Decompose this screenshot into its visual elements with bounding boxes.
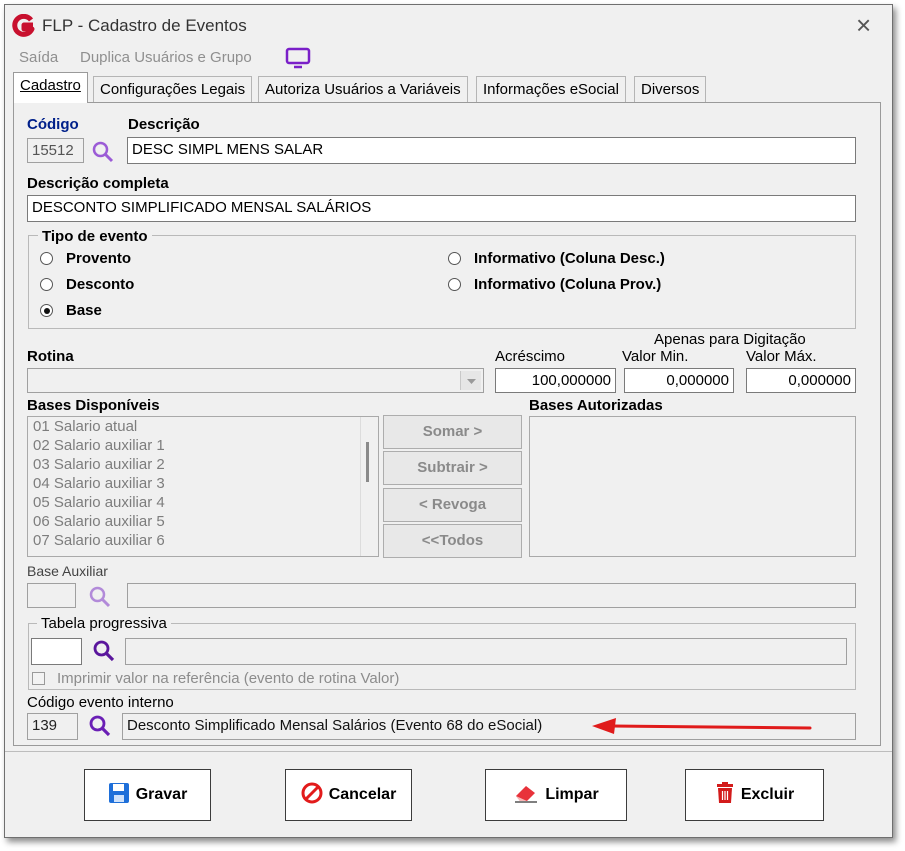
descricao-completa-label: Descrição completa [27,175,169,192]
tipo-evento-label: Tipo de evento [38,228,152,245]
cancelar-label: Cancelar [328,786,397,803]
radio-informativo-desc-label: Informativo (Coluna Desc.) [474,250,665,267]
codigo-interno-search-icon[interactable] [88,714,112,738]
tab-autoriza-usuarios[interactable]: Autoriza Usuários a Variáveis [258,76,468,102]
valor-min-label: Valor Min. [622,348,689,365]
acrescimo-field[interactable]: 100,000000 [495,368,616,393]
gravar-label: Gravar [135,786,188,803]
tabela-progressiva-search-icon[interactable] [92,639,116,663]
imprimir-label: Imprimir valor na referência (evento de … [57,670,400,687]
imprimir-checkbox[interactable] [32,672,45,685]
radio-informativo-prov-label: Informativo (Coluna Prov.) [474,276,662,293]
limpar-button[interactable]: Limpar [485,769,627,821]
cancel-icon [301,782,323,809]
gravar-button[interactable]: Gravar [84,769,211,821]
radio-desconto[interactable] [40,278,53,291]
descricao-field[interactable]: DESC SIMPL MENS SALAR [127,137,856,164]
list-scrollbar[interactable] [360,417,378,556]
codigo-label: Código [27,116,79,133]
descricao-completa-field[interactable]: DESCONTO SIMPLIFICADO MENSAL SALÁRIOS [27,195,856,222]
tabela-progressiva-label: Tabela progressiva [37,615,171,632]
radio-base[interactable] [40,304,53,317]
list-item[interactable]: 04 Salario auxiliar 3 [28,474,378,493]
radio-provento-label: Provento [66,250,132,267]
tipo-evento-group [28,235,856,329]
excluir-button[interactable]: Excluir [685,769,824,821]
radio-informativo-desc[interactable] [448,252,461,265]
todos-button[interactable]: <<Todos [383,524,522,558]
base-auxiliar-code[interactable] [27,583,76,608]
rotina-select[interactable] [27,368,484,393]
cancelar-button[interactable]: Cancelar [285,769,412,821]
codigo-interno-label: Código evento interno [27,694,174,711]
valor-max-label: Valor Máx. [746,348,817,365]
list-item[interactable]: 05 Salario auxiliar 4 [28,493,378,512]
bases-autorizadas-label: Bases Autorizadas [529,397,663,414]
tabela-progressiva-desc[interactable] [125,638,847,665]
tab-diversos[interactable]: Diversos [634,76,707,102]
list-item[interactable]: 02 Salario auxiliar 1 [28,436,378,455]
chevron-down-icon[interactable] [460,371,481,390]
list-item[interactable]: 06 Salario auxiliar 5 [28,512,378,531]
radio-desconto-label: Desconto [66,276,135,293]
bottom-separator [5,751,892,752]
list-item[interactable]: 07 Salario auxiliar 6 [28,531,378,550]
annotation-arrow-icon [588,714,813,744]
acrescimo-label: Acréscimo [495,348,566,365]
apenas-digitacao-label: Apenas para Digitação [654,331,806,348]
limpar-label: Limpar [545,786,599,803]
radio-informativo-prov[interactable] [448,278,461,291]
excluir-label: Excluir [740,786,795,803]
radio-base-label: Base [66,302,102,319]
bases-disponiveis-label: Bases Disponíveis [27,397,160,414]
valor-min-field[interactable]: 0,000000 [624,368,734,393]
window-title: FLP - Cadastro de Eventos [42,16,247,35]
codigo-interno-code[interactable]: 139 [27,713,78,740]
valor-max-field[interactable]: 0,000000 [746,368,856,393]
trash-icon [715,781,735,809]
revoga-button[interactable]: < Revoga [383,488,522,522]
eraser-icon [513,782,539,809]
tab-configuracoes-legais[interactable]: Configurações Legais [93,76,253,102]
radio-provento[interactable] [40,252,53,265]
menu-duplica[interactable]: Duplica Usuários e Grupo [80,49,252,66]
save-icon [108,782,130,809]
descricao-label: Descrição [128,116,200,133]
base-auxiliar-label: Base Auxiliar [27,563,108,579]
base-auxiliar-desc[interactable] [127,583,856,608]
bases-autorizadas-list[interactable] [529,416,856,557]
tab-cadastro[interactable]: Cadastro [13,72,88,103]
app-logo-icon [11,13,35,42]
codigo-field[interactable]: 15512 [27,138,84,163]
close-icon[interactable]: × [856,10,871,40]
tab-informacoes-esocial[interactable]: Informações eSocial [476,76,626,102]
rotina-label: Rotina [27,348,74,365]
menu-saida[interactable]: Saída [19,49,58,66]
tabela-progressiva-code[interactable] [31,638,82,665]
subtrair-button[interactable]: Subtrair > [383,451,522,485]
list-item[interactable]: 03 Salario auxiliar 2 [28,455,378,474]
monitor-icon[interactable] [285,47,311,69]
bases-disponiveis-list[interactable]: 01 Salario atual 02 Salario auxiliar 1 0… [27,416,379,557]
base-auxiliar-search-icon[interactable] [88,585,112,609]
list-item[interactable]: 01 Salario atual [28,417,378,436]
somar-button[interactable]: Somar > [383,415,522,449]
codigo-search-icon[interactable] [91,140,115,164]
scrollbar-thumb[interactable] [366,442,369,482]
